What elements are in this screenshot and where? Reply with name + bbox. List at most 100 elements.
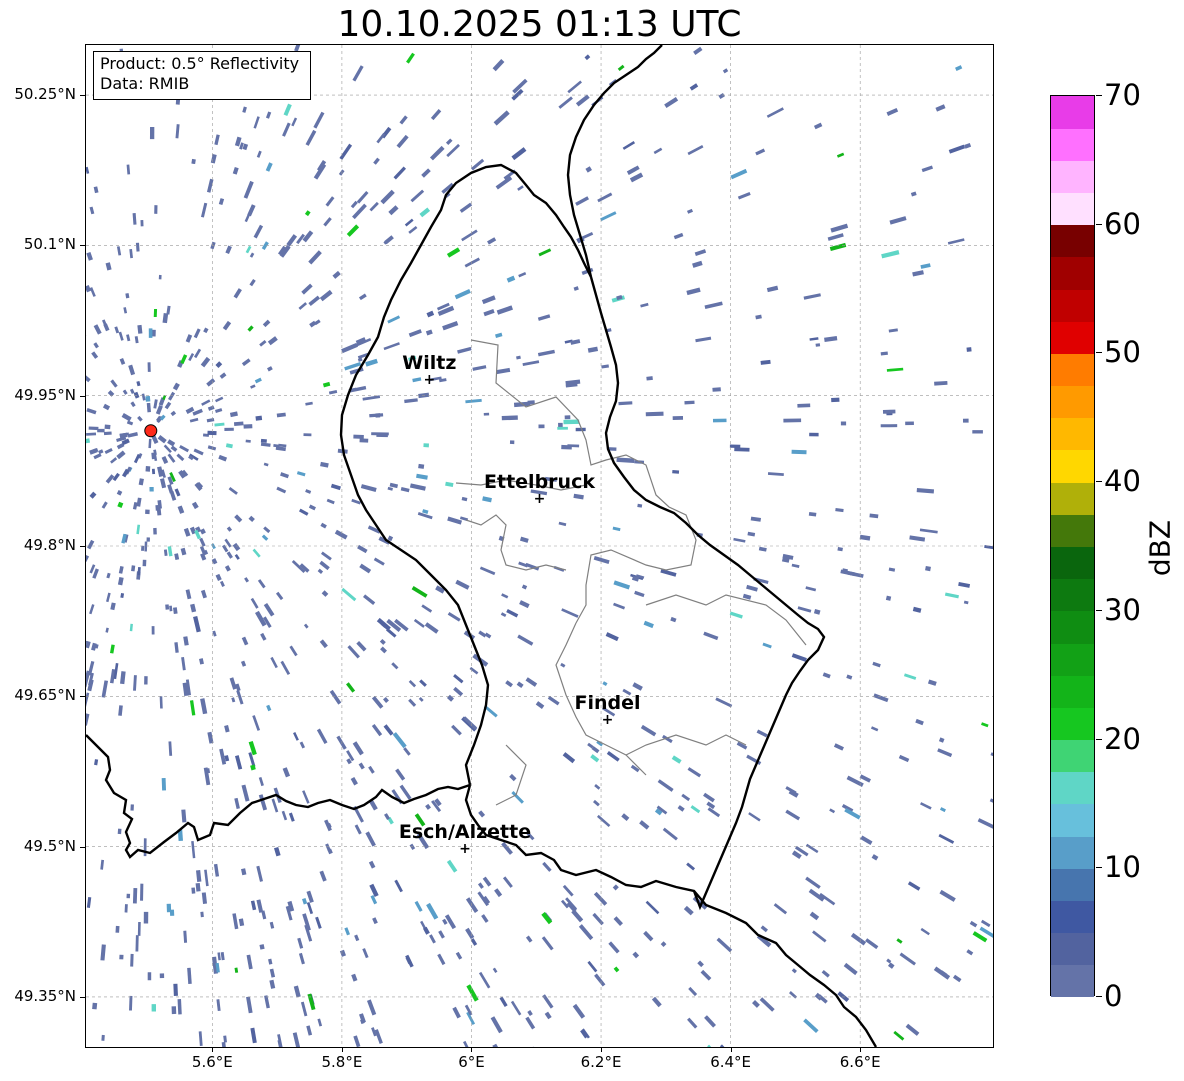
echo-cell (846, 674, 853, 680)
echo-cell (454, 289, 471, 300)
echo-cell (383, 724, 394, 736)
echo-cell (246, 954, 253, 970)
echo-cell (542, 861, 552, 872)
echo-cell (686, 862, 696, 871)
echo-cell (487, 237, 497, 245)
radar-map-canvas (86, 45, 993, 1047)
echo-cell (137, 415, 143, 422)
echo-cell (114, 326, 120, 334)
echo-cell (578, 924, 594, 941)
echo-cell (617, 64, 625, 72)
echo-cell (516, 681, 524, 689)
echo-cell (585, 166, 592, 173)
echo-cell (525, 1016, 536, 1030)
echo-cell (319, 289, 333, 302)
echo-cell (835, 508, 844, 513)
echo-cell (193, 448, 204, 456)
echo-cell (213, 863, 220, 877)
echo-cell (215, 361, 223, 368)
echo-cell (129, 623, 133, 632)
echo-cell (218, 454, 228, 462)
echo-cell (707, 1044, 717, 1047)
radar-site-marker[interactable] (144, 424, 158, 438)
colorbar-segment (1051, 353, 1094, 387)
colorbar-segment (1051, 739, 1094, 773)
echo-cell (168, 741, 173, 756)
echo-cell (350, 776, 358, 786)
echo-cell (872, 661, 881, 668)
echo-cell (621, 813, 630, 821)
echo-cell (518, 272, 527, 278)
echo-cell (276, 486, 287, 494)
echo-cell (472, 365, 487, 371)
echo-cell (400, 486, 410, 493)
echo-cell (241, 636, 249, 646)
echo-cell (323, 217, 332, 227)
echo-cell (920, 927, 930, 936)
echo-cell (886, 107, 899, 116)
echo-cell (116, 450, 126, 460)
echo-cell (359, 1013, 366, 1024)
colorbar-segment (1051, 675, 1094, 708)
echo-cell (510, 1000, 522, 1016)
echo-cell (117, 828, 122, 835)
lon-tick-mark (212, 1047, 214, 1052)
echo-cell (482, 876, 492, 887)
echo-cell (645, 411, 664, 417)
colorbar-segment (1051, 96, 1094, 129)
echo-cell (511, 790, 524, 804)
echo-cell (387, 315, 401, 324)
colorbar-tick-mark (1096, 996, 1102, 997)
echo-cell (815, 343, 821, 347)
echo-cell (809, 432, 819, 437)
echo-cell (110, 602, 116, 611)
echo-cell (242, 106, 247, 113)
echo-cell (232, 167, 239, 175)
echo-cell (106, 592, 111, 603)
echo-cell (115, 925, 120, 933)
echo-cell (218, 198, 225, 206)
echo-cell (137, 921, 141, 936)
echo-cell (859, 534, 871, 541)
colorbar-tick-label: 10 (1104, 850, 1141, 885)
echo-cell (256, 899, 264, 913)
colorbar-segment (1051, 771, 1094, 805)
echo-cell (885, 595, 892, 601)
echo-cell (687, 1017, 698, 1029)
echo-cell (374, 1029, 383, 1044)
echo-cell (418, 392, 430, 399)
echo-cell (136, 524, 141, 535)
echo-cell (249, 252, 255, 258)
echo-cell (459, 202, 473, 213)
echo-cell (253, 224, 264, 239)
echo-cell (175, 124, 180, 139)
echo-cell (362, 395, 381, 401)
echo-cell (369, 883, 379, 897)
echo-cell (320, 551, 332, 561)
echo-cell (255, 415, 263, 421)
echo-cell (573, 286, 579, 291)
echo-cell (118, 331, 124, 341)
echo-cell (224, 427, 234, 431)
echo-cell (392, 732, 407, 749)
echo-cell (481, 914, 489, 923)
echo-cell (511, 147, 527, 161)
echo-cell (136, 380, 141, 387)
echo-cell (718, 93, 725, 100)
echo-cell (250, 384, 256, 389)
echo-cell (195, 882, 201, 892)
echo-cell (888, 328, 898, 333)
echo-cell (730, 168, 748, 180)
echo-cell (594, 973, 606, 987)
echo-cell (305, 401, 313, 406)
echo-cell (174, 488, 181, 497)
city-marker: + (533, 490, 546, 507)
echo-cell (404, 218, 414, 227)
echo-cell (293, 732, 299, 741)
echo-cell (703, 792, 715, 803)
echo-cell (198, 1031, 203, 1046)
echo-cell (167, 546, 173, 557)
radar-map[interactable] (86, 45, 993, 1047)
echo-cell (947, 238, 965, 245)
echo-cell (410, 189, 425, 203)
